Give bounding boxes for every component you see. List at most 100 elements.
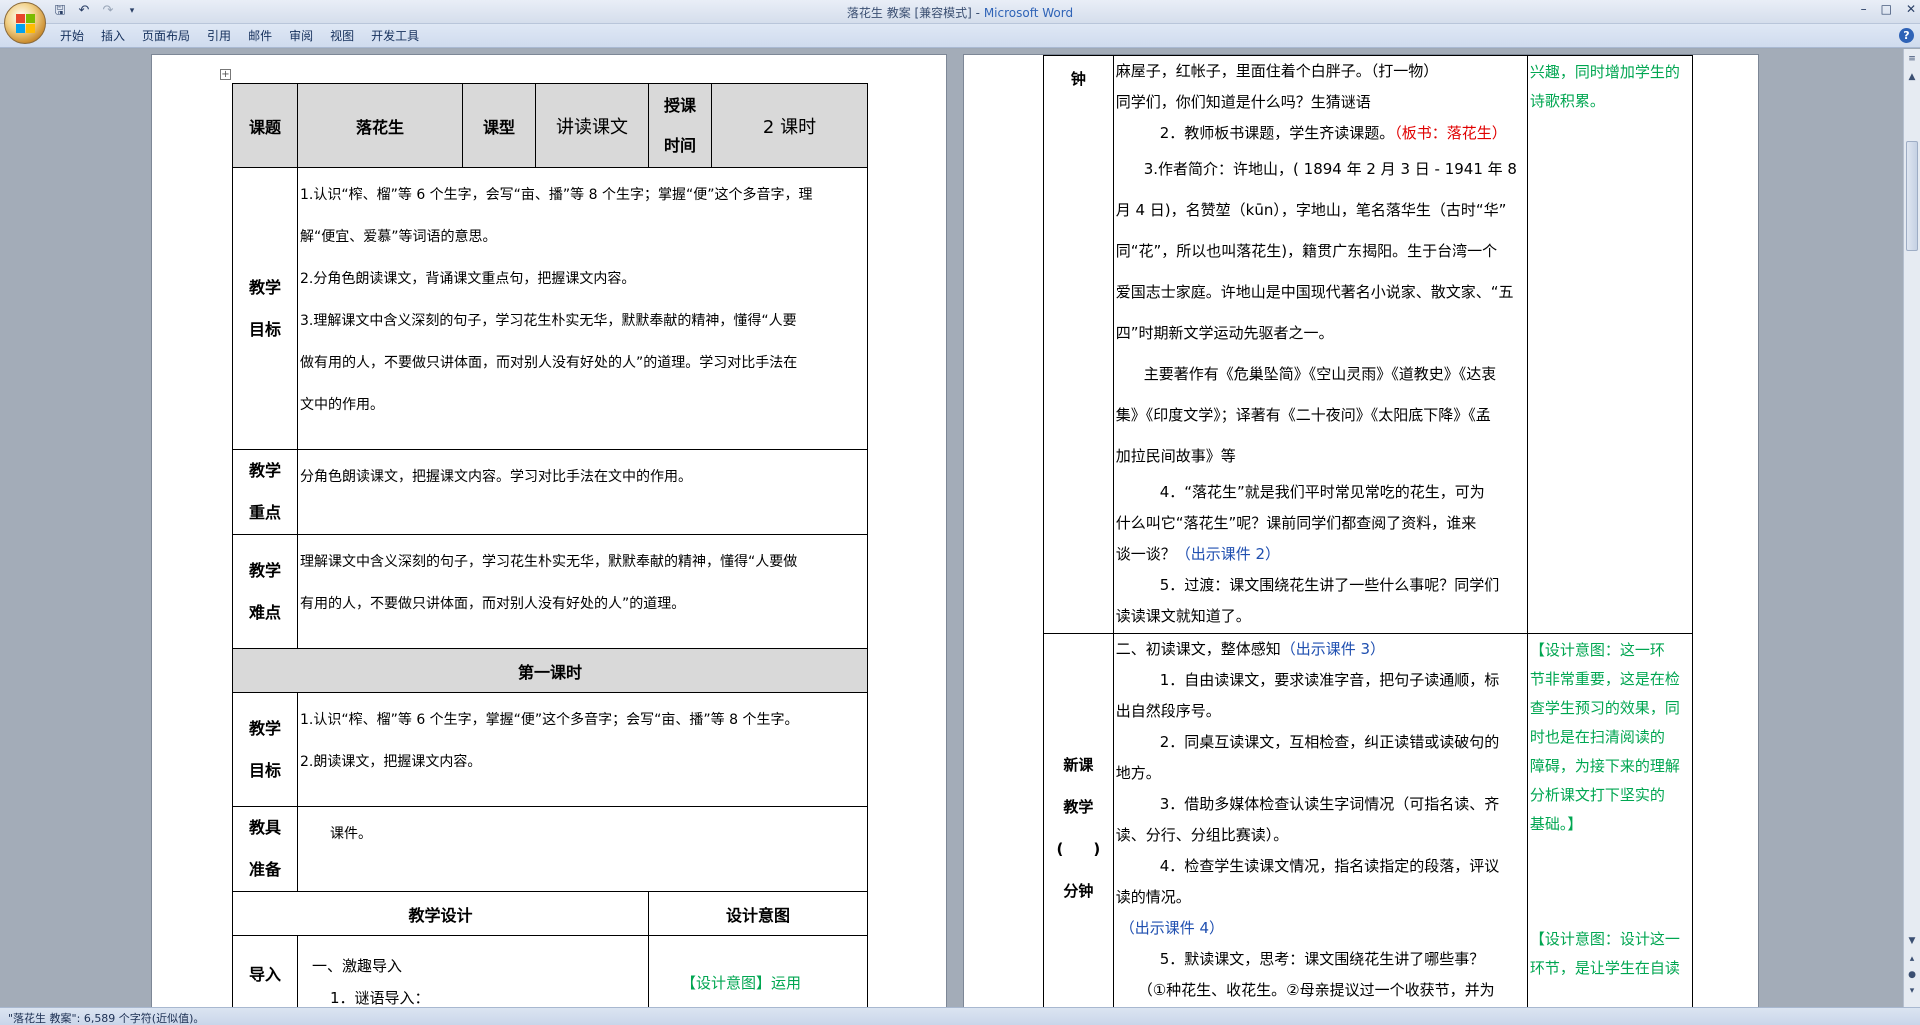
intent-line: 【设计意图：这一环 [1529, 641, 1665, 659]
key-content[interactable]: 分角色朗读课文，把握课文内容。学习对比手法在文中的作用。 [297, 449, 868, 535]
q4-line: 什么叫它“落花生”呢？课前同学们都查阅了资料，谁来 [1115, 514, 1477, 532]
author-line: 3.作者简介：许地山，( 1894 年 2 月 3 日 - 1941 年 8 [1143, 160, 1517, 178]
intent-line: 【设计意图：设计这一 [1529, 930, 1680, 948]
document-page-1: + 课题 落花生 课型 讲读课文 授课 时间 2 课时 教学 目标 1.认识“榨… [152, 55, 946, 1007]
ruler-toggle-icon[interactable]: ≡ [1906, 53, 1918, 65]
tab-insert[interactable]: 插入 [101, 29, 142, 43]
scroll-thumb[interactable] [1906, 141, 1918, 251]
prep-text: 课件。 [330, 826, 372, 842]
key-text: 分角色朗读课文，把握课文内容。学习对比手法在文中的作用。 [300, 469, 692, 485]
section2-label-line: ( ) [1056, 840, 1101, 858]
board-line: 2．教师板书课题，学生齐读课题。（板书：落花生） [1159, 124, 1507, 142]
lesson1-goals-label-line-1: 教学 [248, 718, 281, 738]
section2-line: 5．默读课文，思考：课文围绕花生讲了哪些事？ [1159, 950, 1485, 968]
intro-content[interactable]: 一、激趣导入 1．谜语导入： [297, 935, 649, 1007]
office-button[interactable] [4, 2, 46, 44]
section2-content[interactable]: 二、初读课文，整体感知（出示课件 3） 1．自由读课文，要求读准字音，把句子读通… [1112, 633, 1528, 1007]
intro-intent[interactable]: 【设计意图】运用 [648, 935, 868, 1007]
lesson1-title: 第一课时 [232, 648, 868, 693]
tab-home[interactable]: 开始 [60, 29, 101, 43]
table-move-handle-icon[interactable]: + [220, 69, 231, 80]
prep-label-line-1: 教具 [248, 818, 281, 837]
goals-line: 2.分角色朗读课文，背诵课文重点句，把握课文内容。 [300, 271, 636, 287]
lesson1-goals-content[interactable]: 1.认识“榨、榴”等 6 个生字，掌握“便”这个多音字；会写“亩、播”等 8 个… [297, 692, 868, 807]
section2-label-line: 分钟 [1063, 882, 1094, 900]
minimize-icon[interactable]: – [1861, 2, 1867, 16]
scroll-down-icon[interactable]: ▼ [1906, 935, 1918, 947]
goals-line: 1.认识“榨、榴”等 6 个生字，会写“亩、播”等 8 个生字；掌握“便”这个多… [300, 187, 813, 203]
time-label: 授课 时间 [648, 83, 712, 168]
lesson-plan-table: 课题 落花生 课型 讲读课文 授课 时间 2 课时 教学 目标 1.认识“榨、榴… [232, 83, 868, 1007]
difficulty-line: 有用的人，不要做只讲体面，而对别人没有好处的人”的道理。 [300, 596, 686, 612]
goals-label-line-2: 目标 [248, 319, 281, 339]
tab-review[interactable]: 审阅 [289, 29, 330, 43]
author-line: 加拉民间故事》等 [1115, 447, 1236, 465]
tab-references[interactable]: 引用 [207, 29, 248, 43]
key-label-line-1: 教学 [248, 461, 281, 480]
lesson-plan-table-continued: 钟 麻屋子，红帐子，里面住着个白胖子。（打一物） 同学们，你们知道是什么吗？生猜… [1043, 55, 1694, 1007]
author-line: 集》《印度文学》；译著有《二十夜问》《太阳底下降》《孟 [1115, 406, 1491, 424]
next-page-icon[interactable]: ▾ [1906, 985, 1918, 997]
section2-line: 1．自由读课文，要求读准字音，把句子读通顺，标 [1159, 671, 1500, 689]
intro-line: 一、激趣导入 [312, 957, 403, 975]
key-label-line-2: 重点 [248, 503, 281, 522]
close-icon[interactable]: ✕ [1906, 2, 1916, 16]
goals-line: 做有用的人，不要做只讲体面，而对别人没有好处的人”的道理。学习对比手法在 [300, 355, 798, 371]
ribbon-tabs-bar: 开始 插入 页面布局 引用 邮件 审阅 视图 开发工具 ? [0, 24, 1920, 48]
q5-line: 5．过渡：课文围绕花生讲了一些什么事呢？同学们 [1159, 576, 1500, 594]
prep-content[interactable]: 课件。 [297, 806, 868, 892]
goals-label: 教学 目标 [232, 167, 298, 450]
goals-line: 3.理解课文中含义深刻的句子，学习花生朴实无华，默默奉献的精神，懂得“人要 [300, 313, 797, 329]
section1-label: 钟 [1043, 55, 1114, 634]
maximize-icon[interactable]: □ [1881, 2, 1892, 16]
tab-developer[interactable]: 开发工具 [371, 29, 436, 43]
difficulty-content[interactable]: 理解课文中含义深刻的句子，学习花生朴实无华，默默奉献的精神，懂得“人要做 有用的… [297, 534, 868, 649]
author-line: 主要著作有《危巢坠简》《空山灵雨》《道教史》《达衷 [1143, 365, 1497, 383]
browse-object-icon[interactable]: ● [1906, 969, 1918, 981]
window-title: 落花生 教案 [兼容模式] - Microsoft Word [846, 6, 1074, 20]
section1-intent[interactable]: 兴趣，同时增加学生的 诗歌积累。 [1526, 55, 1694, 634]
word-count-status[interactable]: "落花生 教案": 6,589 个字符(近似值)。 [8, 1012, 204, 1025]
section2-label-line: 教学 [1063, 798, 1094, 816]
section2-line: 读、分行、分组比赛读）。 [1115, 826, 1289, 844]
section1-line: 麻屋子，红帐子，里面住着个白胖子。（打一物） [1115, 62, 1439, 80]
time-label-line-1: 授课 [663, 95, 696, 115]
section1-content[interactable]: 麻屋子，红帐子，里面住着个白胖子。（打一物） 同学们，你们知道是什么吗？生猜谜语… [1112, 55, 1528, 634]
scroll-up-icon[interactable]: ▲ [1906, 71, 1918, 83]
intent-line: 时也是在扫清阅读的 [1529, 728, 1665, 746]
time-label-line-2: 时间 [663, 135, 696, 155]
section2-line: （①种花生、收花生。②母亲提议过一个收获节，并为 [1137, 981, 1495, 999]
section2-line: 2．同桌互读课文，互相检查，纠正读错或读破句的 [1159, 733, 1500, 751]
intent-line: 诗歌积累。 [1529, 92, 1605, 110]
help-icon[interactable]: ? [1899, 28, 1914, 43]
goals-label-line-1: 教学 [248, 277, 281, 297]
q4-line: 谈一谈？（出示课件 2） [1115, 545, 1281, 563]
intent-line: 查学生预习的效果，同 [1529, 699, 1680, 717]
topic-label: 课题 [232, 83, 298, 168]
type-label: 课型 [462, 83, 536, 168]
tab-view[interactable]: 视图 [330, 29, 371, 43]
lesson1-goals-label: 教学 目标 [232, 692, 298, 807]
author-line: 爱国志士家庭。许地山是中国现代著名小说家、散文家、“五 [1115, 283, 1514, 301]
previous-page-icon[interactable]: ▴ [1906, 953, 1918, 965]
q4-line: 4．“落花生”就是我们平时常见常吃的花生，可为 [1159, 483, 1485, 501]
intent-line: 分析课文打下坚实的 [1529, 786, 1665, 804]
ribbon-tabs: 开始 插入 页面布局 引用 邮件 审阅 视图 开发工具 [60, 29, 436, 43]
section2-label: 新课 教学 ( ) 分钟 [1043, 633, 1114, 1007]
intro-label: 导入 ( )分 [232, 935, 298, 1007]
intent-line: 兴趣，同时增加学生的 [1529, 63, 1680, 81]
section2-title: 二、初读课文，整体感知（出示课件 3） [1115, 640, 1386, 658]
goals-content[interactable]: 1.认识“榨、榴”等 6 个生字，会写“亩、播”等 8 个生字；掌握“便”这个多… [297, 167, 868, 450]
section2-line: 地方。 [1115, 764, 1161, 782]
intent-line: 基础。】 [1529, 815, 1583, 833]
intro-line: 1．谜语导入： [330, 989, 430, 1007]
status-bar: "落花生 教案": 6,589 个字符(近似值)。 [0, 1007, 1920, 1025]
prep-label: 教具 准备 [232, 806, 298, 892]
vertical-scrollbar[interactable]: ≡ ▲ ▼ ▴ ● ▾ [1903, 49, 1920, 1007]
tab-mailings[interactable]: 邮件 [248, 29, 289, 43]
section2-intent[interactable]: 【设计意图：这一环 节非常重要，这是在检 查学生预习的效果，同 时也是在扫清阅读… [1526, 633, 1694, 1007]
tab-page-layout[interactable]: 页面布局 [142, 29, 207, 43]
office-logo-icon [16, 14, 36, 34]
goals-line: 解“便宜、爱慕”等词语的意思。 [300, 229, 497, 245]
prep-label-line-2: 准备 [248, 860, 281, 879]
